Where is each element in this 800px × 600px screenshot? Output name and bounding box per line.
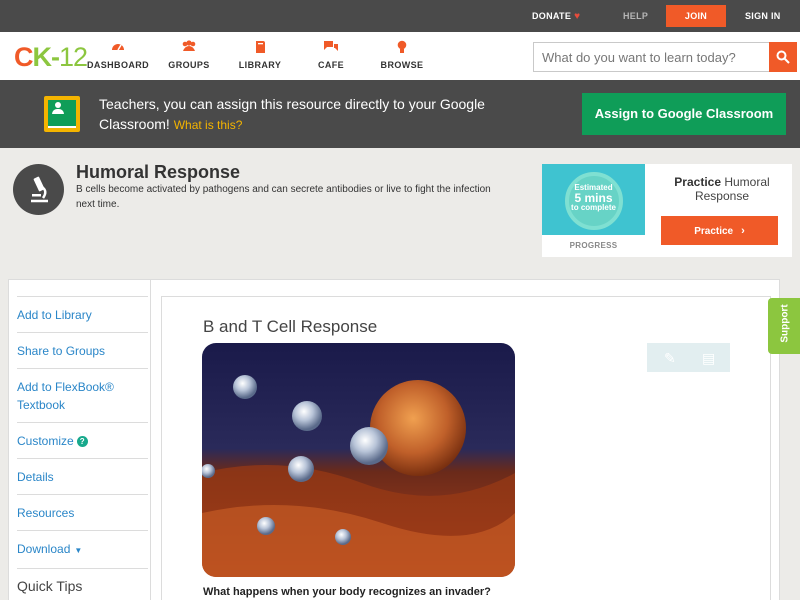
practice-thumbnail[interactable]: Estimated 5 mins to complete xyxy=(542,164,645,235)
sidebar-add-to-flexbook[interactable]: Add to FlexBook® Textbook xyxy=(17,368,148,422)
donate-label: DONATE xyxy=(532,11,572,21)
immune-cell-image xyxy=(202,343,515,577)
main-content: Add to Library Share to Groups Add to Fl… xyxy=(8,279,780,600)
nav-library[interactable]: LIBRARY xyxy=(225,40,295,70)
nav-cafe[interactable]: CAFE xyxy=(296,40,366,70)
practice-button[interactable]: Practice › xyxy=(661,216,778,245)
top-bar: DONATE ♥ HELP JOIN SIGN IN xyxy=(0,0,800,32)
estimated-time: Estimated 5 mins to complete xyxy=(571,183,616,212)
search-button[interactable] xyxy=(769,42,797,72)
ck12-logo[interactable]: CK-12 xyxy=(14,42,88,73)
nav-dashboard[interactable]: DASHBOARD xyxy=(83,40,153,70)
nav-groups-label: GROUPS xyxy=(168,60,210,70)
lesson-card: B and T Cell Response ✎ ▤ What happens w… xyxy=(161,296,771,600)
sidebar: Add to Library Share to Groups Add to Fl… xyxy=(17,296,148,600)
groups-icon xyxy=(154,40,224,56)
divider xyxy=(150,280,151,600)
sidebar-resources[interactable]: Resources xyxy=(17,494,148,530)
search-input[interactable] xyxy=(533,42,770,72)
concept-title: Humoral Response xyxy=(76,162,241,182)
progress-label: PROGRESS xyxy=(569,241,618,250)
concept-description: B cells become activated by pathogens an… xyxy=(76,184,491,210)
sidebar-download-label: Download xyxy=(17,542,71,556)
chat-icon xyxy=(296,40,366,56)
help-icon[interactable]: ? xyxy=(76,436,88,447)
note-icon[interactable]: ▤ xyxy=(702,350,715,367)
sidebar-details[interactable]: Details xyxy=(17,458,148,494)
dashboard-icon xyxy=(83,40,153,56)
help-link[interactable]: HELP xyxy=(623,0,648,32)
practice-title: Practice Humoral Response xyxy=(674,175,770,203)
google-classroom-message: Teachers, you can assign this resource d… xyxy=(99,96,485,132)
lightbulb-icon xyxy=(367,40,437,56)
search-icon xyxy=(776,50,790,64)
sidebar-customize-label: Customize xyxy=(17,434,74,448)
assign-to-google-classroom-button[interactable]: Assign to Google Classroom xyxy=(582,93,786,135)
practice-card: Estimated 5 mins to complete PROGRESS Pr… xyxy=(542,164,792,257)
google-classroom-icon xyxy=(44,96,80,132)
sidebar-share-to-groups[interactable]: Share to Groups xyxy=(17,332,148,368)
lesson-question: What happens when your body recognizes a… xyxy=(203,586,491,598)
chevron-right-icon: › xyxy=(741,224,745,237)
what-is-this-link[interactable]: What is this? xyxy=(174,118,243,132)
sidebar-add-to-library[interactable]: Add to Library xyxy=(17,296,148,332)
sidebar-customize[interactable]: Customize? xyxy=(17,422,148,458)
donate-link[interactable]: DONATE ♥ xyxy=(532,0,580,32)
support-label: Support xyxy=(779,304,791,343)
sign-in-link[interactable]: SIGN IN xyxy=(745,0,781,32)
google-classroom-banner: Teachers, you can assign this resource d… xyxy=(0,80,800,148)
library-icon xyxy=(225,40,295,56)
nav-cafe-label: CAFE xyxy=(317,60,345,70)
annotation-tools: ✎ ▤ xyxy=(647,343,730,372)
nav-groups[interactable]: GROUPS xyxy=(154,40,224,70)
heart-icon: ♥ xyxy=(574,11,581,22)
main-nav: CK-12 DASHBOARD GROUPS LIBRARY CAFE BROW… xyxy=(0,32,800,80)
google-classroom-text: Teachers, you can assign this resource d… xyxy=(99,94,499,135)
join-button[interactable]: JOIN xyxy=(666,5,726,27)
lesson-title: B and T Cell Response xyxy=(203,317,378,336)
microscope-icon xyxy=(13,164,64,215)
pencil-icon[interactable]: ✎ xyxy=(664,350,676,367)
nav-browse[interactable]: BROWSE xyxy=(367,40,437,70)
nav-browse-label: BROWSE xyxy=(380,60,424,70)
nav-dashboard-label: DASHBOARD xyxy=(86,60,150,70)
support-tab[interactable]: Support xyxy=(768,298,800,354)
nav-library-label: LIBRARY xyxy=(238,60,282,70)
quick-tips-heading[interactable]: Quick Tips xyxy=(17,568,148,600)
caret-down-icon: ▼ xyxy=(74,546,83,555)
sidebar-download[interactable]: Download ▼ xyxy=(17,530,148,568)
